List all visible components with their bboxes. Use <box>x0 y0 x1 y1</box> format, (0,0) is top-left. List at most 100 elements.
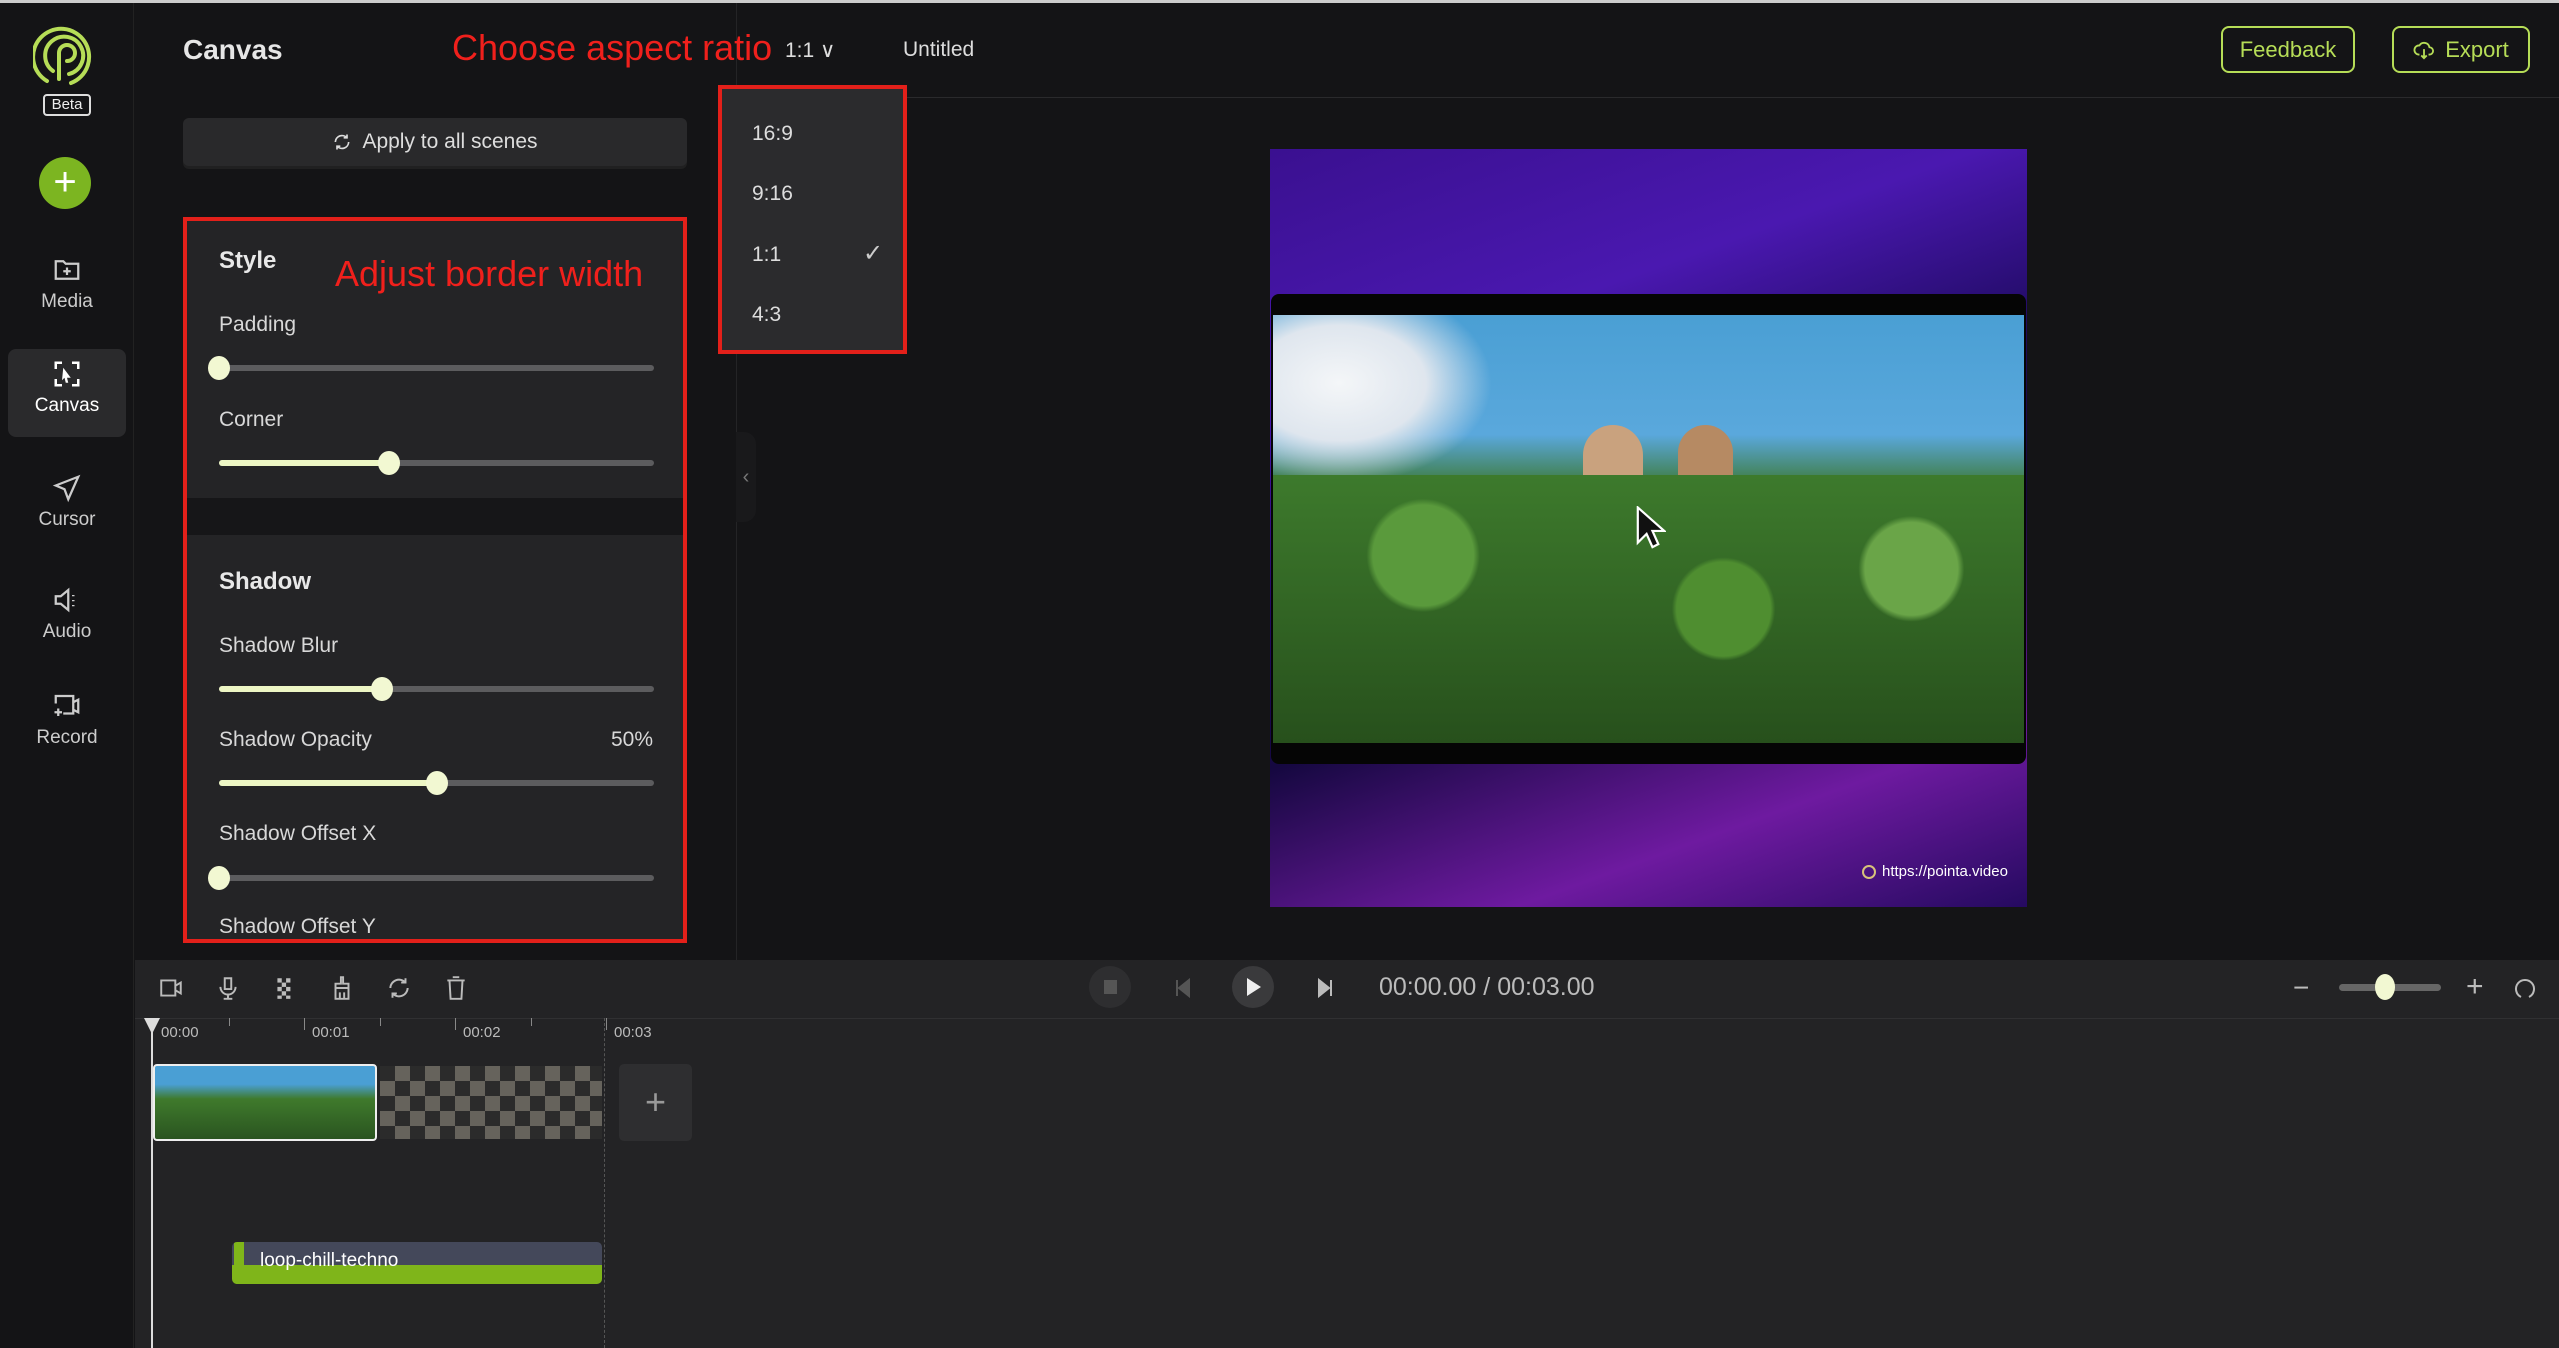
skip-back-icon[interactable] <box>1174 978 1192 998</box>
collapse-panel-handle[interactable]: ‹ <box>736 432 756 522</box>
sidebar-item-label: Record <box>36 727 98 748</box>
shadow-opacity-label: Shadow Opacity <box>219 728 372 751</box>
time-display: 00:00.00 / 00:03.00 <box>1379 973 1595 1002</box>
audio-clip-label: loop-chill-techno <box>260 1250 399 1271</box>
camera-icon[interactable] <box>158 975 184 1001</box>
audio-clip[interactable]: loop-chill-techno <box>232 1242 602 1284</box>
folder-plus-icon <box>54 260 80 280</box>
play-icon <box>1247 978 1261 996</box>
chevron-left-icon: ‹ <box>742 466 750 488</box>
slider-thumb[interactable] <box>2374 974 2395 1000</box>
sidebar-item-cursor[interactable]: Cursor <box>8 463 126 551</box>
total-time: 00:03.00 <box>1497 973 1595 1001</box>
ruler-tick <box>379 1018 381 1026</box>
playhead-handle[interactable] <box>144 1018 160 1034</box>
aspect-ratio-dropdown: 16:9 9:16 1:1 ✓ 4:3 <box>718 85 907 354</box>
corner-slider[interactable] <box>219 451 654 475</box>
add-clip-button[interactable]: + <box>619 1064 692 1141</box>
sidebar-item-label: Canvas <box>34 395 100 416</box>
feedback-button[interactable]: Feedback <box>2221 26 2355 73</box>
annotation-aspect-ratio: Choose aspect ratio <box>452 27 773 68</box>
chevron-down-icon: ∨ <box>820 39 836 62</box>
transparent-clip[interactable] <box>380 1066 602 1139</box>
sidebar-item-audio[interactable]: Audio <box>8 575 126 663</box>
ruler-label: 00:03 <box>614 1024 652 1041</box>
section-separator <box>187 498 683 535</box>
apply-to-all-scenes-button[interactable]: Apply to all scenes <box>183 118 687 166</box>
aspect-ratio-select[interactable]: 1:1 ∨ <box>785 38 835 63</box>
watermark: https://pointa.video <box>1862 863 2008 880</box>
trash-icon[interactable] <box>443 975 469 1001</box>
ruler-tick <box>606 1018 607 1030</box>
shadow-heading: Shadow <box>219 568 312 595</box>
minus-icon: − <box>2293 972 2310 1003</box>
waveform-peak <box>234 1242 244 1284</box>
mouse-cursor-icon <box>1636 506 1666 549</box>
aspect-option-9-16[interactable]: 9:16 <box>752 182 793 206</box>
sidebar-item-media[interactable]: Media <box>8 245 126 333</box>
fit-timeline-icon[interactable] <box>2514 976 2536 1000</box>
aspect-option-16-9[interactable]: 16:9 <box>752 122 793 146</box>
aspect-option-1-1[interactable]: 1:1 <box>752 243 781 267</box>
sidebar-item-canvas[interactable]: Canvas <box>8 349 126 437</box>
plus-icon: + <box>53 160 77 204</box>
padding-label: Padding <box>219 313 297 336</box>
video-clip[interactable] <box>153 1064 377 1141</box>
plus-icon: + <box>2466 970 2484 1003</box>
ruler-label: 00:01 <box>312 1024 350 1041</box>
slider-thumb[interactable] <box>377 451 400 475</box>
corner-label: Corner <box>219 408 284 431</box>
apply-label: Apply to all scenes <box>362 130 538 153</box>
pointa-logo-icon <box>1862 864 1876 879</box>
padding-slider[interactable] <box>208 356 654 380</box>
speaker-icon <box>54 587 75 613</box>
zoom-in-button[interactable]: + <box>2466 970 2484 1004</box>
sidebar: Beta + Media Canvas Cursor Audio Record <box>0 3 134 1348</box>
shadow-blur-slider[interactable] <box>219 677 654 701</box>
refresh-icon <box>334 134 350 150</box>
stop-button[interactable] <box>1089 966 1131 1008</box>
refresh-icon[interactable] <box>386 975 412 1001</box>
toolbar-divider <box>135 1018 2559 1019</box>
shadow-blur-label: Shadow Blur <box>219 634 339 657</box>
style-heading: Style <box>219 247 277 274</box>
shadow-offset-x-label: Shadow Offset X <box>219 822 377 845</box>
style-settings-card: Style Adjust border width Padding Corner… <box>183 217 687 943</box>
checker-icon[interactable] <box>272 975 298 1001</box>
add-button[interactable]: + <box>39 157 91 209</box>
shadow-opacity-slider[interactable] <box>219 771 654 795</box>
timeline-zoom-slider[interactable] <box>2339 974 2441 1000</box>
slider-thumb[interactable] <box>371 677 394 701</box>
shadow-offset-x-slider[interactable] <box>208 866 654 890</box>
record-screen-icon <box>54 694 80 716</box>
cursor-arrow-icon <box>52 474 81 503</box>
play-button[interactable] <box>1232 966 1274 1008</box>
slider-thumb[interactable] <box>425 771 448 795</box>
aspect-ratio-value: 1:1 <box>785 39 815 62</box>
shadow-opacity-value: 50% <box>610 728 653 751</box>
export-button[interactable]: Export <box>2392 26 2530 73</box>
sidebar-item-label: Media <box>41 291 93 312</box>
zoom-out-button[interactable]: − <box>2293 972 2309 1004</box>
slider-thumb[interactable] <box>208 866 230 890</box>
ruler-tick <box>228 1018 230 1026</box>
pointa-logo <box>33 26 92 85</box>
export-label: Export <box>2445 36 2509 62</box>
shadow-offset-y-label: Shadow Offset Y <box>219 915 376 938</box>
slider-thumb[interactable] <box>208 356 230 380</box>
brush-icon[interactable] <box>329 975 355 1001</box>
microphone-icon[interactable] <box>215 975 241 1001</box>
sidebar-item-label: Cursor <box>38 509 96 530</box>
aspect-option-4-3[interactable]: 4:3 <box>752 303 781 327</box>
ruler-label: 00:02 <box>463 1024 501 1041</box>
time-separator: / <box>1483 973 1491 1001</box>
ruler-tick <box>304 1018 305 1030</box>
sidebar-item-record[interactable]: Record <box>8 681 126 769</box>
header-divider <box>736 97 2559 98</box>
skip-forward-icon[interactable] <box>1316 978 1334 998</box>
document-title[interactable]: Untitled <box>903 38 974 62</box>
ruler-label: 00:00 <box>161 1024 199 1041</box>
cloud <box>1273 315 1493 485</box>
watermark-url: https://pointa.video <box>1882 863 2008 880</box>
timeline-end-marker <box>604 1018 605 1348</box>
